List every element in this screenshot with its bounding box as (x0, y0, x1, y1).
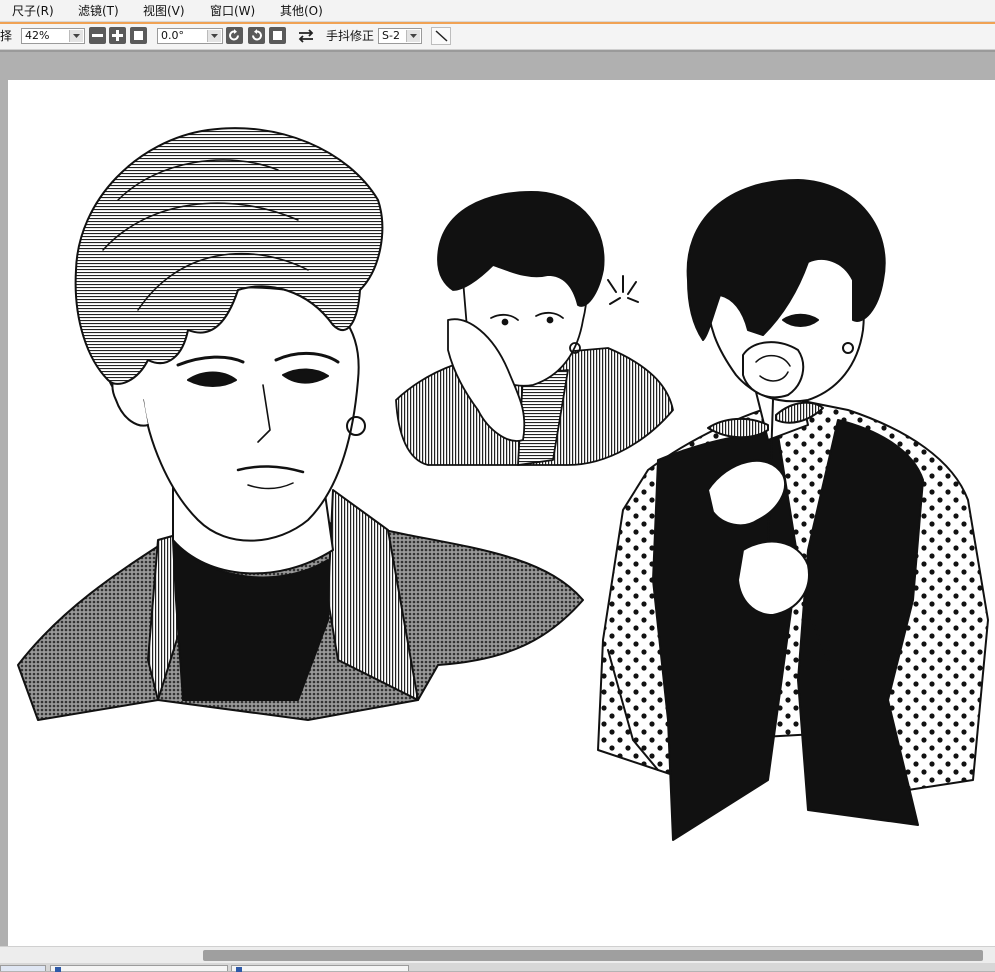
menu-view[interactable]: 视图(V) (143, 3, 185, 19)
plus-icon (112, 30, 123, 41)
square-icon (273, 31, 282, 40)
select-label: 择 (0, 29, 13, 43)
zoom-select[interactable]: 42% (21, 28, 85, 44)
document-tab[interactable] (50, 965, 228, 972)
stabilizer-label: 手抖修正 (326, 29, 375, 43)
diagonal-line-icon (435, 30, 448, 42)
rotate-left-icon (229, 29, 239, 41)
rotation-select[interactable]: 0.0° (157, 28, 223, 44)
zoom-reset-button[interactable] (130, 27, 147, 44)
character-middle (395, 191, 674, 466)
rotate-right-button[interactable] (248, 27, 265, 44)
menu-other[interactable]: 其他(O) (280, 3, 323, 19)
scrollbar-thumb[interactable] (203, 950, 983, 961)
canvas-top-edge (0, 50, 995, 52)
chevron-down-icon (406, 30, 420, 42)
menu-filter[interactable]: 滤镜(T) (78, 3, 119, 19)
document-tab[interactable] (0, 965, 46, 971)
navigator-toolbar: 择 42% 0.0° 手抖修正 S-2 (0, 24, 995, 50)
rotate-left-button[interactable] (226, 27, 243, 44)
stabilizer-select[interactable]: S-2 (378, 28, 422, 44)
rotation-value: 0.0° (161, 29, 184, 42)
menu-ruler[interactable]: 尺子(R) (12, 3, 54, 19)
file-icon (55, 967, 61, 972)
menu-window[interactable]: 窗口(W) (210, 3, 255, 19)
flip-arrows-icon (298, 29, 314, 43)
zoom-in-button[interactable] (109, 27, 126, 44)
horizontal-scrollbar[interactable] (0, 946, 995, 963)
chevron-down-icon (207, 30, 221, 42)
rotation-reset-button[interactable] (269, 27, 286, 44)
flip-horizontal-button[interactable] (296, 27, 316, 45)
manga-illustration (17, 127, 989, 841)
minus-icon (92, 34, 103, 37)
rotate-right-icon (252, 29, 262, 41)
drawing-canvas[interactable] (8, 80, 995, 946)
square-icon (134, 31, 143, 40)
zoom-value: 42% (25, 29, 50, 42)
chevron-down-icon (69, 30, 83, 42)
file-icon (236, 967, 242, 972)
menu-bar: 尺子(R) 滤镜(T) 视图(V) 窗口(W) 其他(O) (0, 0, 995, 22)
character-right (597, 179, 989, 841)
zoom-out-button[interactable] (89, 27, 106, 44)
straight-line-toggle[interactable] (431, 27, 451, 45)
stabilizer-value: S-2 (382, 29, 400, 42)
document-tab[interactable] (231, 965, 409, 972)
